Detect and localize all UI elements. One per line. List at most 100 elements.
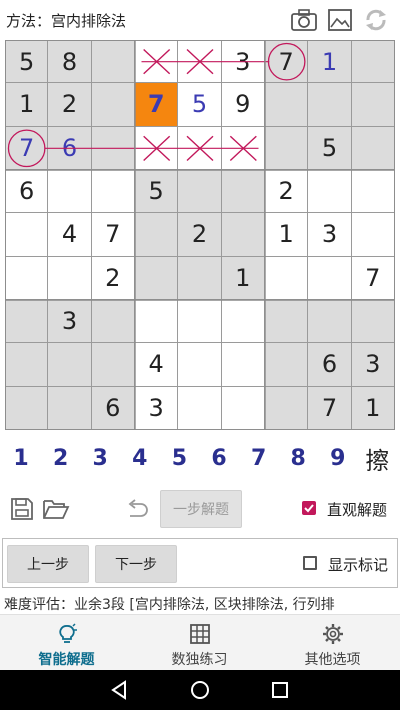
sudoku-cell[interactable]: 6 — [308, 343, 352, 387]
sudoku-cell[interactable]: 9 — [221, 83, 265, 127]
numpad-digit-3[interactable]: 3 — [80, 436, 120, 480]
sudoku-cell[interactable] — [351, 40, 395, 84]
sudoku-cell[interactable] — [351, 83, 395, 127]
save-icon[interactable] — [9, 496, 35, 522]
tab-smart-solve[interactable]: 智能解题 — [0, 615, 133, 671]
sudoku-cell[interactable]: 6 — [5, 170, 49, 214]
sudoku-cell[interactable]: 2 — [265, 170, 309, 214]
sudoku-cell[interactable]: 1 — [265, 213, 309, 257]
sudoku-cell[interactable] — [351, 126, 395, 170]
sudoku-cell[interactable]: 1 — [308, 40, 352, 84]
camera-icon[interactable] — [290, 7, 318, 33]
sudoku-cell[interactable] — [351, 213, 395, 257]
tab-sudoku-practice[interactable]: 数独练习 — [133, 615, 266, 671]
next-step-button[interactable]: 下一步 — [95, 545, 177, 583]
sudoku-cell[interactable] — [5, 300, 49, 344]
sudoku-cell[interactable]: 7 — [135, 83, 179, 127]
sudoku-cell[interactable] — [265, 343, 309, 387]
sudoku-cell[interactable] — [178, 343, 222, 387]
sudoku-cell[interactable]: 5 — [308, 126, 352, 170]
recents-icon[interactable] — [268, 678, 292, 702]
sudoku-cell[interactable] — [178, 40, 222, 84]
sudoku-cell[interactable]: 1 — [5, 83, 49, 127]
sudoku-cell[interactable] — [91, 83, 135, 127]
sudoku-cell[interactable] — [308, 170, 352, 214]
sudoku-cell[interactable] — [91, 343, 135, 387]
sudoku-cell[interactable]: 4 — [135, 343, 179, 387]
sudoku-cell[interactable] — [308, 256, 352, 300]
sudoku-cell[interactable] — [265, 386, 309, 430]
home-icon[interactable] — [188, 678, 212, 702]
sudoku-cell[interactable] — [178, 126, 222, 170]
sudoku-cell[interactable] — [91, 300, 135, 344]
sudoku-cell[interactable]: 7 — [91, 213, 135, 257]
sudoku-cell[interactable]: 4 — [48, 213, 92, 257]
sudoku-cell[interactable]: 6 — [91, 386, 135, 430]
numpad-digit-5[interactable]: 5 — [159, 436, 199, 480]
prev-step-button[interactable]: 上一步 — [7, 545, 89, 583]
sudoku-cell[interactable] — [221, 213, 265, 257]
sudoku-cell[interactable] — [5, 343, 49, 387]
sudoku-cell[interactable] — [135, 126, 179, 170]
sudoku-cell[interactable]: 7 — [308, 386, 352, 430]
sudoku-cell[interactable] — [308, 300, 352, 344]
sudoku-cell[interactable] — [265, 300, 309, 344]
show-marks-checkbox[interactable] — [303, 556, 317, 570]
sudoku-cell[interactable]: 5 — [178, 83, 222, 127]
numpad-digit-7[interactable]: 7 — [239, 436, 279, 480]
sudoku-cell[interactable] — [221, 126, 265, 170]
numpad-digit-6[interactable]: 6 — [199, 436, 239, 480]
sudoku-cell[interactable]: 7 — [351, 256, 395, 300]
intuitive-solve-checkbox[interactable] — [302, 501, 316, 515]
sudoku-cell[interactable] — [178, 386, 222, 430]
sudoku-cell[interactable] — [308, 83, 352, 127]
sudoku-cell[interactable]: 5 — [5, 40, 49, 84]
back-icon[interactable] — [108, 678, 132, 702]
sudoku-cell[interactable] — [135, 256, 179, 300]
numpad-digit-8[interactable]: 8 — [278, 436, 318, 480]
sudoku-cell[interactable] — [135, 213, 179, 257]
sudoku-cell[interactable] — [351, 170, 395, 214]
step-solve-button[interactable]: 一步解题 — [160, 490, 242, 528]
sudoku-cell[interactable] — [91, 170, 135, 214]
sudoku-cell[interactable] — [265, 83, 309, 127]
folder-open-icon[interactable] — [42, 496, 70, 522]
sudoku-cell[interactable] — [91, 126, 135, 170]
sudoku-cell[interactable] — [48, 386, 92, 430]
sudoku-cell[interactable] — [221, 300, 265, 344]
refresh-icon[interactable] — [362, 7, 390, 33]
sudoku-cell[interactable]: 6 — [48, 126, 92, 170]
sudoku-cell[interactable] — [5, 386, 49, 430]
sudoku-cell[interactable]: 5 — [135, 170, 179, 214]
sudoku-cell[interactable]: 7 — [265, 40, 309, 84]
sudoku-cell[interactable] — [5, 213, 49, 257]
sudoku-cell[interactable] — [91, 40, 135, 84]
sudoku-cell[interactable]: 1 — [351, 386, 395, 430]
sudoku-cell[interactable] — [221, 170, 265, 214]
numpad-digit-2[interactable]: 2 — [41, 436, 81, 480]
sudoku-cell[interactable]: 1 — [221, 256, 265, 300]
sudoku-cell[interactable]: 2 — [48, 83, 92, 127]
numpad-digit-4[interactable]: 4 — [120, 436, 160, 480]
undo-icon[interactable] — [124, 497, 150, 521]
sudoku-cell[interactable]: 3 — [221, 40, 265, 84]
sudoku-cell[interactable] — [5, 256, 49, 300]
sudoku-cell[interactable] — [48, 343, 92, 387]
sudoku-cell[interactable] — [48, 170, 92, 214]
sudoku-cell[interactable]: 8 — [48, 40, 92, 84]
sudoku-cell[interactable] — [265, 256, 309, 300]
tab-other-options[interactable]: 其他选项 — [266, 615, 399, 671]
numpad-digit-1[interactable]: 1 — [1, 436, 41, 480]
sudoku-cell[interactable] — [351, 300, 395, 344]
sudoku-cell[interactable] — [178, 300, 222, 344]
sudoku-cell[interactable] — [178, 170, 222, 214]
sudoku-cell[interactable]: 2 — [91, 256, 135, 300]
sudoku-cell[interactable]: 3 — [351, 343, 395, 387]
image-icon[interactable] — [326, 7, 354, 33]
sudoku-cell[interactable]: 7 — [5, 126, 49, 170]
sudoku-cell[interactable] — [135, 300, 179, 344]
sudoku-cell[interactable] — [221, 343, 265, 387]
sudoku-cell[interactable] — [221, 386, 265, 430]
erase-button[interactable]: 擦 — [357, 436, 397, 480]
sudoku-cell[interactable] — [135, 40, 179, 84]
